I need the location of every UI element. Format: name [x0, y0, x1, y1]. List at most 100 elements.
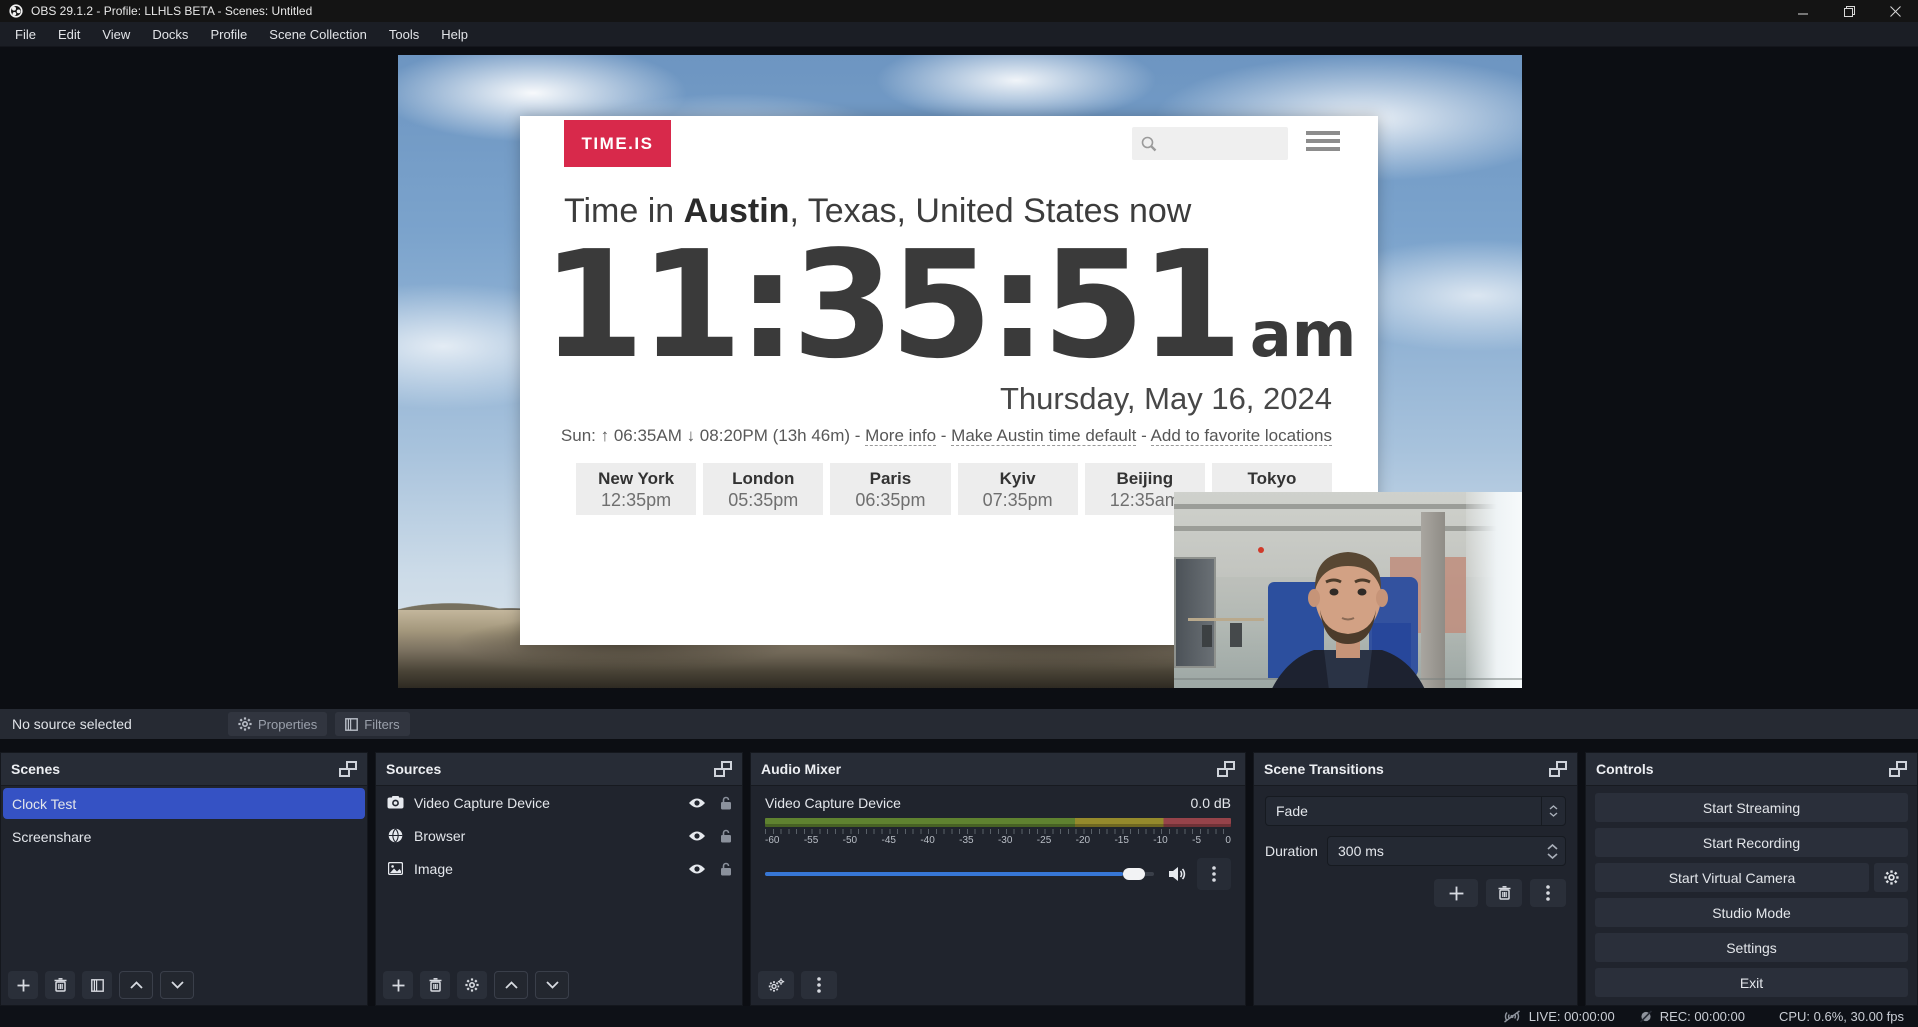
source-context-toolbar: No source selected Properties Filters	[0, 709, 1918, 739]
more-info-link[interactable]: More info	[865, 426, 936, 446]
camera-icon	[386, 796, 404, 809]
scene-move-up-button[interactable]	[119, 971, 153, 999]
popout-icon[interactable]	[1889, 761, 1907, 777]
volume-slider-handle[interactable]	[1123, 868, 1145, 880]
source-move-down-button[interactable]	[535, 971, 569, 999]
controls-title: Controls	[1596, 761, 1654, 777]
maximize-button[interactable]	[1826, 0, 1872, 22]
popout-icon[interactable]	[339, 761, 357, 777]
city-tile[interactable]: Paris06:35pm	[830, 463, 950, 515]
menu-item-edit[interactable]: Edit	[47, 24, 91, 45]
trash-icon	[429, 978, 442, 992]
hamburger-menu-icon[interactable]	[1306, 131, 1340, 155]
remove-transition-button[interactable]	[1486, 879, 1522, 907]
duration-spinbox[interactable]: 300 ms	[1327, 836, 1566, 866]
scene-filters-button[interactable]	[82, 971, 112, 999]
popout-icon[interactable]	[714, 761, 732, 777]
popout-icon[interactable]	[1549, 761, 1567, 777]
rec-time: REC: 00:00:00	[1660, 1009, 1745, 1024]
mixer-channel-menu-button[interactable]	[1197, 858, 1231, 890]
settings-button[interactable]: Settings	[1595, 933, 1908, 962]
menu-item-view[interactable]: View	[91, 24, 141, 45]
plus-icon	[392, 979, 405, 992]
trash-icon	[1498, 886, 1511, 900]
virtual-camera-config-button[interactable]	[1874, 863, 1908, 892]
chevron-up-icon	[130, 981, 143, 989]
search-input[interactable]	[1158, 136, 1268, 152]
spin-carets-icon[interactable]	[1543, 844, 1565, 859]
close-button[interactable]	[1872, 0, 1918, 22]
source-row-video-capture[interactable]: Video Capture Device	[376, 786, 742, 819]
source-row-image[interactable]: Image	[376, 852, 742, 885]
source-properties-button[interactable]	[457, 971, 487, 999]
plus-icon	[1449, 886, 1464, 901]
menu-item-profile[interactable]: Profile	[199, 24, 258, 45]
scene-item-clock-test[interactable]: Clock Test	[3, 788, 365, 819]
visibility-eye-icon[interactable]	[688, 797, 706, 809]
controls-panel: Controls Start Streaming Start Recording…	[1585, 752, 1918, 1006]
lock-icon[interactable]	[720, 796, 732, 810]
meter-scale: -60-55-50-45-40-35-30-25-20-15-10-50	[765, 835, 1231, 846]
city-tile[interactable]: London05:35pm	[703, 463, 823, 515]
make-default-link[interactable]: Make Austin time default	[951, 426, 1136, 446]
menu-item-tools[interactable]: Tools	[378, 24, 430, 45]
scene-item-screenshare[interactable]: Screenshare	[3, 821, 365, 852]
visibility-eye-icon[interactable]	[688, 830, 706, 842]
lock-icon[interactable]	[720, 829, 732, 843]
advanced-audio-properties-button[interactable]	[758, 971, 794, 999]
volume-slider[interactable]	[765, 872, 1154, 876]
menu-item-file[interactable]: File	[4, 24, 47, 45]
rec-inactive-icon	[1639, 1010, 1653, 1023]
start-recording-button[interactable]: Start Recording	[1595, 828, 1908, 857]
cpu-fps-stats: CPU: 0.6%, 30.00 fps	[1779, 1009, 1904, 1024]
scenes-title: Scenes	[11, 761, 60, 777]
add-scene-button[interactable]	[8, 971, 38, 999]
add-favorite-link[interactable]: Add to favorite locations	[1151, 426, 1332, 446]
start-streaming-button[interactable]: Start Streaming	[1595, 793, 1908, 822]
globe-icon	[386, 828, 404, 843]
source-move-up-button[interactable]	[494, 971, 528, 999]
timeis-search-box[interactable]	[1132, 127, 1288, 160]
menubar: File Edit View Docks Profile Scene Colle…	[0, 22, 1918, 47]
preview-area: TIME.IS Time in Austin, Texas, United St…	[0, 47, 1918, 701]
scene-filters-icon	[91, 979, 104, 992]
sources-panel: Sources Video Capture Device Browser	[375, 752, 743, 1006]
menu-item-docks[interactable]: Docks	[141, 24, 199, 45]
chevron-down-icon	[546, 981, 559, 989]
add-transition-button[interactable]	[1434, 879, 1478, 907]
meter-ruler	[765, 829, 1231, 834]
transition-select[interactable]: Fade	[1265, 796, 1566, 826]
remove-source-button[interactable]	[420, 971, 450, 999]
menu-item-help[interactable]: Help	[430, 24, 479, 45]
speaker-icon[interactable]	[1168, 866, 1187, 882]
image-icon	[386, 862, 404, 875]
transition-properties-button[interactable]	[1530, 879, 1566, 907]
city-tile[interactable]: Kyiv07:35pm	[958, 463, 1078, 515]
menu-item-scene-collection[interactable]: Scene Collection	[258, 24, 378, 45]
gear-icon	[238, 717, 252, 731]
filters-icon	[345, 718, 358, 731]
mixer-menu-button[interactable]	[801, 971, 837, 999]
exit-button[interactable]: Exit	[1595, 968, 1908, 997]
minimize-button[interactable]	[1780, 0, 1826, 22]
city-tile[interactable]: New York12:35pm	[576, 463, 696, 515]
scene-move-down-button[interactable]	[160, 971, 194, 999]
visibility-eye-icon[interactable]	[688, 863, 706, 875]
properties-button[interactable]: Properties	[228, 712, 327, 736]
plus-icon	[17, 979, 30, 992]
program-canvas[interactable]: TIME.IS Time in Austin, Texas, United St…	[398, 55, 1522, 688]
remove-scene-button[interactable]	[45, 971, 75, 999]
lock-icon[interactable]	[720, 862, 732, 876]
scenes-panel: Scenes Clock Test Screenshare	[0, 752, 368, 1006]
source-status-text: No source selected	[12, 716, 228, 732]
live-time: LIVE: 00:00:00	[1529, 1009, 1615, 1024]
studio-mode-button[interactable]: Studio Mode	[1595, 898, 1908, 927]
popout-icon[interactable]	[1217, 761, 1235, 777]
start-virtual-camera-button[interactable]: Start Virtual Camera	[1595, 863, 1869, 892]
source-row-browser[interactable]: Browser	[376, 819, 742, 852]
add-source-button[interactable]	[383, 971, 413, 999]
filters-button[interactable]: Filters	[335, 712, 409, 736]
obs-logo-icon	[9, 4, 23, 18]
kebab-icon	[1212, 866, 1216, 882]
webcam-video-source[interactable]	[1174, 492, 1522, 688]
